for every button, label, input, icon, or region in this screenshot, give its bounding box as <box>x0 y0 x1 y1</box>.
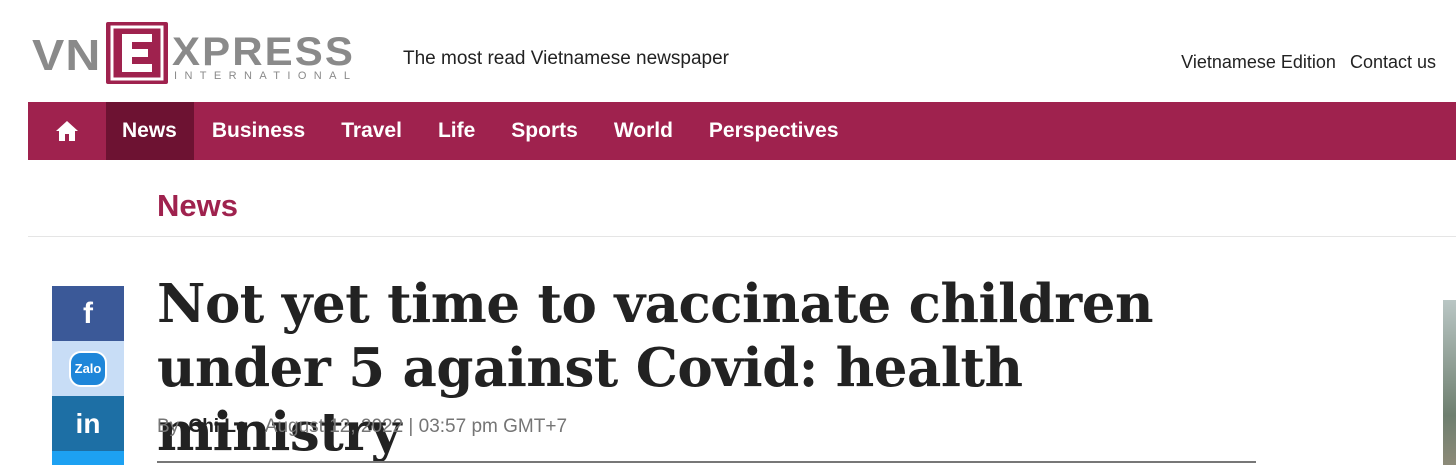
logo-international-text: INTERNATIONAL <box>174 70 358 82</box>
side-photo <box>1443 300 1456 465</box>
logo-vn-text: VN <box>32 31 102 80</box>
logo-xpress-text: XPRESS <box>172 30 356 74</box>
nav-item-sports[interactable]: Sports <box>493 102 596 160</box>
contact-us-link[interactable]: Contact us <box>1350 52 1436 73</box>
linkedin-share-button[interactable]: in <box>52 396 124 451</box>
nav-item-world[interactable]: World <box>596 102 691 160</box>
vnexpress-logo[interactable]: VN XPRESS INTERNATIONAL <box>32 20 372 86</box>
logo-e-box <box>106 22 168 84</box>
facebook-share-button[interactable]: f <box>52 286 124 341</box>
facebook-icon: f <box>83 296 93 330</box>
logo-e-icon <box>110 25 164 81</box>
twitter-share-button[interactable] <box>52 451 124 465</box>
section-label[interactable]: News <box>157 188 238 224</box>
linkedin-icon: in <box>75 407 101 439</box>
nav-home[interactable] <box>28 102 106 160</box>
section-divider <box>28 236 1456 237</box>
top-links: Vietnamese Edition Contact us <box>1181 52 1436 73</box>
publish-date: August 12, 2022 | 03:57 pm GMT+7 <box>264 416 568 437</box>
site-tagline: The most read Vietnamese newspaper <box>403 48 729 69</box>
zalo-share-button[interactable]: Zalo <box>52 341 124 396</box>
vietnamese-edition-link[interactable]: Vietnamese Edition <box>1181 52 1336 73</box>
share-rail: f Zalo in <box>52 286 124 465</box>
byline-prefix: By <box>157 416 180 437</box>
home-icon <box>56 121 78 141</box>
article-byline: By Chi Le August 12, 2022 | 03:57 pm GMT… <box>157 416 567 438</box>
byline-rule <box>157 461 1256 463</box>
nav-item-business[interactable]: Business <box>194 102 323 160</box>
nav-item-life[interactable]: Life <box>420 102 493 160</box>
main-nav: News Business Travel Life Sports World P… <box>28 102 1456 160</box>
zalo-icon: Zalo <box>69 350 107 387</box>
nav-item-travel[interactable]: Travel <box>323 102 420 160</box>
nav-item-perspectives[interactable]: Perspectives <box>691 102 857 160</box>
nav-item-news[interactable]: News <box>106 102 194 160</box>
author-link[interactable]: Chi Le <box>188 416 246 437</box>
